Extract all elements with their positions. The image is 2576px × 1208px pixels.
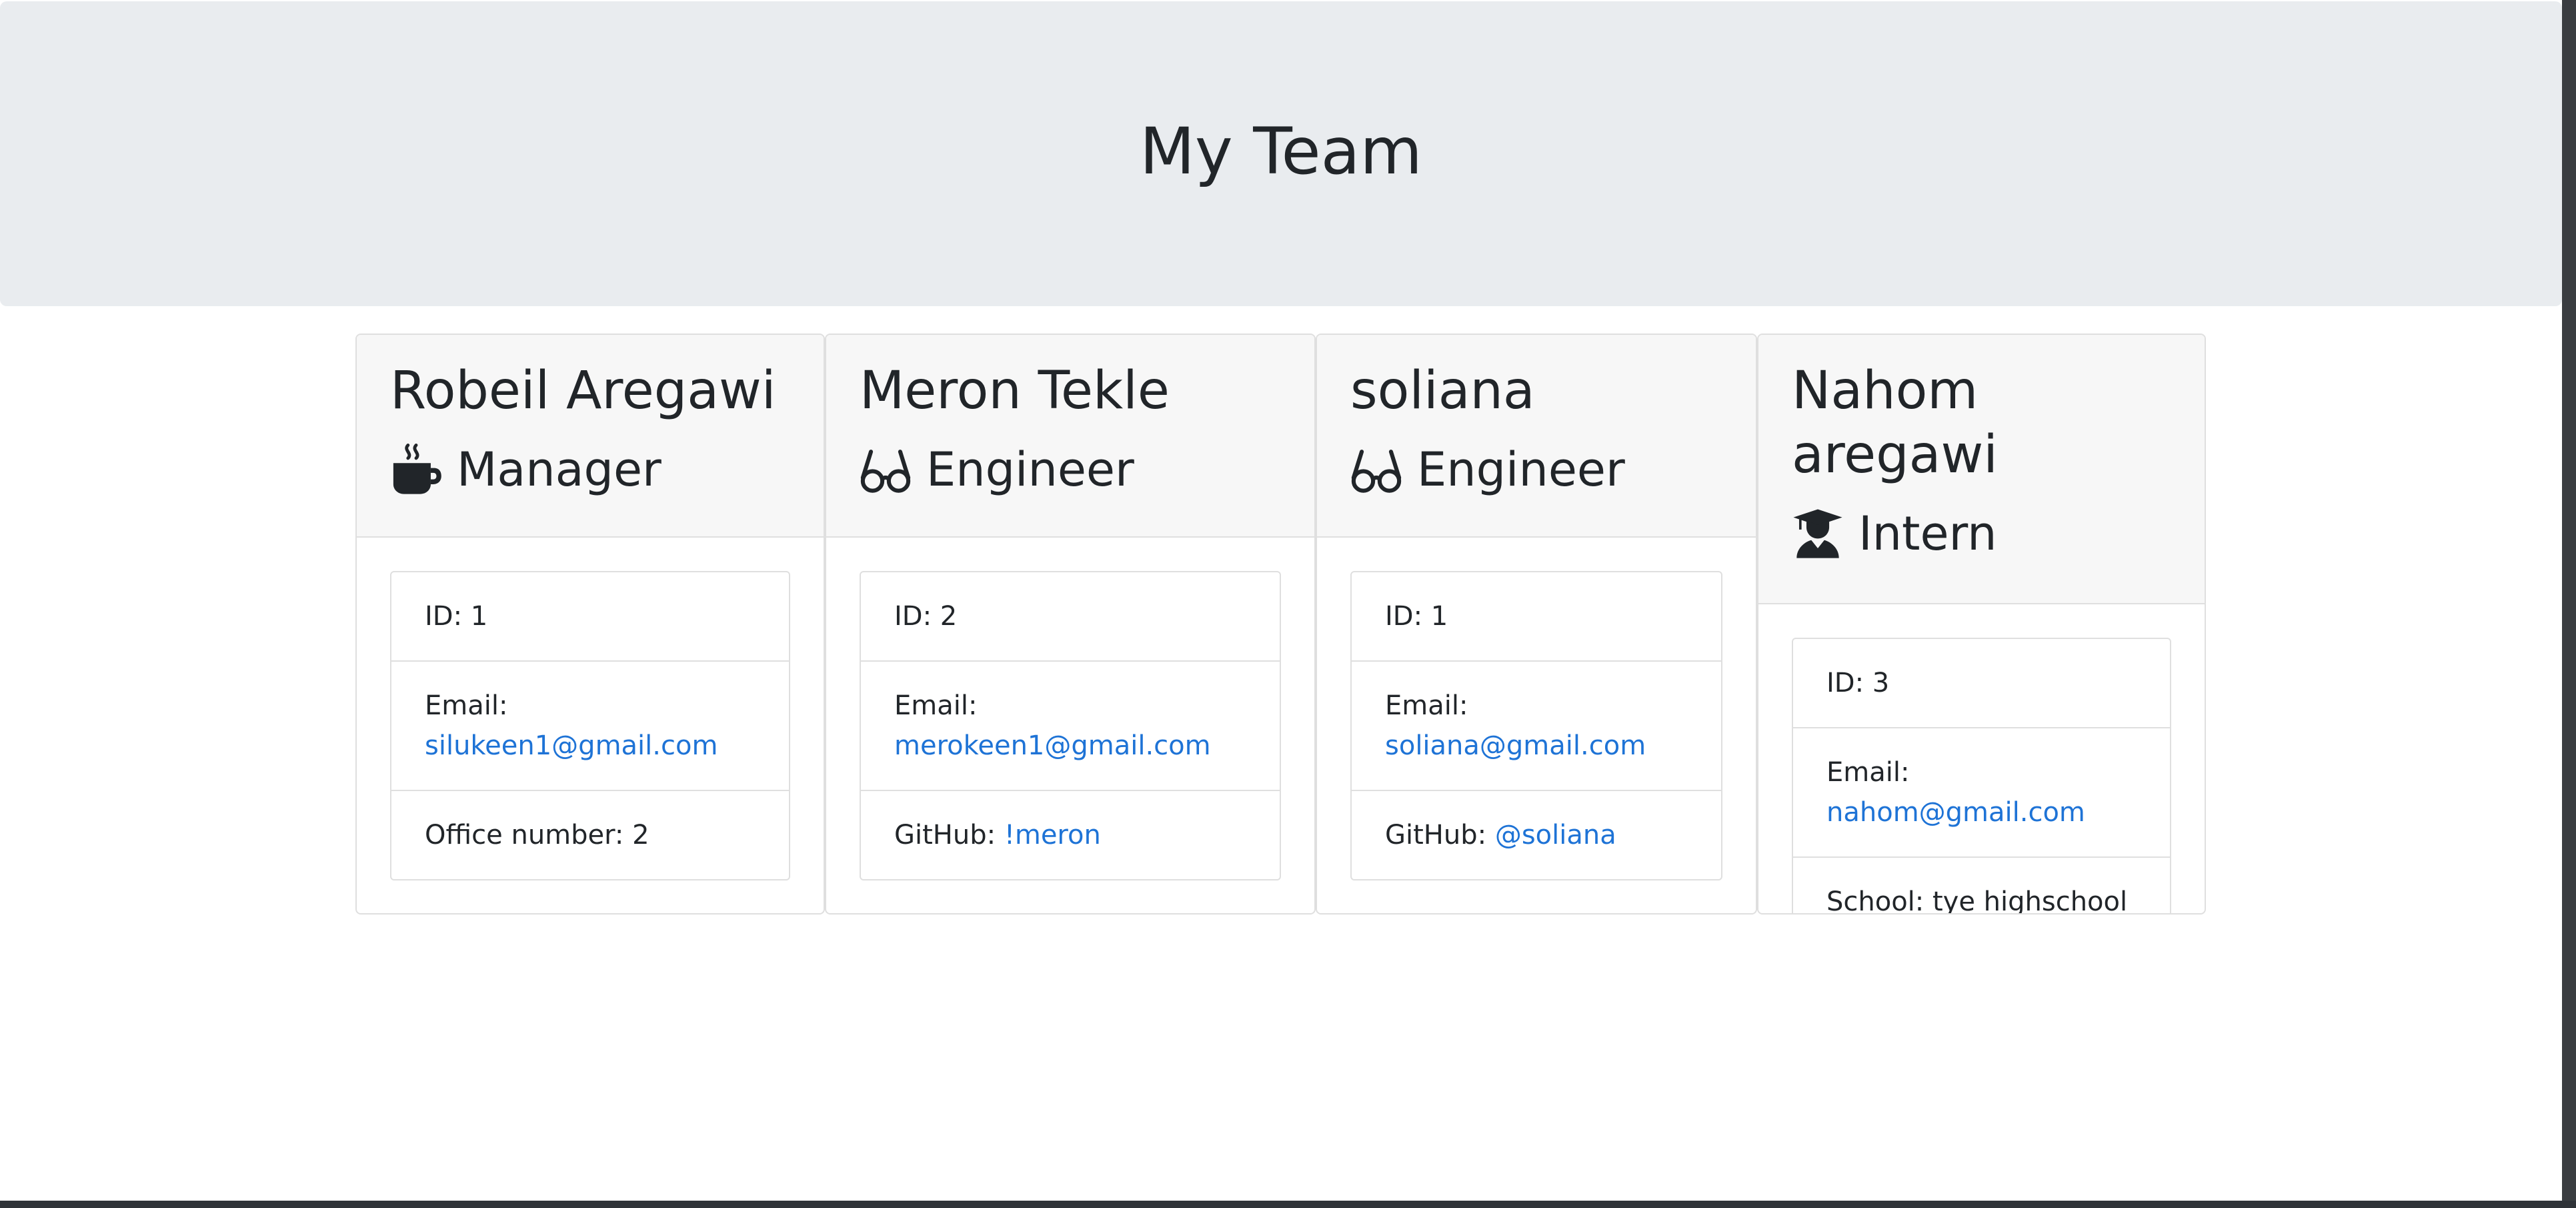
- github-item: GitHub: !meron: [861, 790, 1280, 879]
- employee-name: Robeil Aregawi: [390, 361, 776, 421]
- role-label: Manager: [457, 442, 662, 497]
- page: My Team Robeil Aregawi Manager ID: 1 Ema…: [0, 0, 2562, 1201]
- page-title: My Team: [1140, 114, 1422, 189]
- card-header: Meron Tekle Engineer: [826, 335, 1314, 538]
- info-list: ID: 2 Email: merokeen1@gmail.com GitHub:…: [860, 571, 1281, 880]
- employee-role: Intern: [1792, 502, 2171, 566]
- email-item: Email: silukeen1@gmail.com: [391, 660, 789, 790]
- office-number-item: Office number: 2: [391, 790, 789, 879]
- glasses-icon: [1350, 444, 1402, 496]
- card-body: ID: 2 Email: merokeen1@gmail.com GitHub:…: [826, 538, 1314, 913]
- taskbar-strip: [0, 1201, 2576, 1208]
- card-body: ID: 1 Email: soliana@gmail.com GitHub: @…: [1317, 538, 1756, 913]
- graduate-icon: [1792, 508, 1844, 560]
- email-label: Email:: [894, 690, 978, 721]
- employee-card-manager: Robeil Aregawi Manager ID: 1 Email: silu…: [355, 334, 825, 915]
- github-label: GitHub:: [1385, 820, 1487, 850]
- employee-card-engineer: soliana Engineer ID: 1 Email: soliana@gm…: [1316, 334, 1757, 915]
- card-header: Nahom aregawi Intern: [1758, 335, 2205, 604]
- team-cards: Robeil Aregawi Manager ID: 1 Email: silu…: [355, 334, 2206, 915]
- jumbotron-header: My Team: [0, 1, 2562, 306]
- role-label: Engineer: [926, 442, 1134, 497]
- id-item: ID: 2: [894, 601, 958, 632]
- info-list: ID: 1 Email: silukeen1@gmail.com Office …: [390, 571, 790, 880]
- github-item: GitHub: @soliana: [1352, 790, 1721, 879]
- email-item: Email: soliana@gmail.com: [1352, 660, 1721, 790]
- window-edge: [2562, 0, 2576, 1201]
- id-item: ID: 3: [1826, 668, 1890, 698]
- info-list: ID: 1 Email: soliana@gmail.com GitHub: @…: [1350, 571, 1722, 880]
- card-header: Robeil Aregawi Manager: [357, 335, 824, 538]
- employee-name: soliana: [1350, 361, 1535, 421]
- info-list: ID: 3 Email: nahom@gmail.com School: tye…: [1792, 638, 2171, 913]
- email-label: Email:: [1385, 690, 1468, 721]
- employee-name: Nahom aregawi: [1792, 361, 1998, 485]
- employee-name: Meron Tekle: [860, 361, 1170, 421]
- email-link[interactable]: merokeen1@gmail.com: [894, 730, 1211, 761]
- id-item: ID: 1: [1385, 601, 1448, 632]
- employee-role: Engineer: [1350, 438, 1722, 502]
- email-link[interactable]: soliana@gmail.com: [1385, 730, 1646, 761]
- card-body: ID: 1 Email: silukeen1@gmail.com Office …: [357, 538, 824, 913]
- github-link[interactable]: @soliana: [1495, 820, 1616, 850]
- role-label: Intern: [1858, 506, 1997, 561]
- glasses-icon: [860, 444, 912, 496]
- employee-card-intern: Nahom aregawi Intern ID: 3 Email: nahom@…: [1757, 334, 2206, 915]
- github-label: GitHub:: [894, 820, 996, 850]
- id-item: ID: 1: [425, 601, 488, 632]
- employee-role: Engineer: [860, 438, 1281, 502]
- school-item: School: tye highschool: [1793, 856, 2170, 913]
- card-body: ID: 3 Email: nahom@gmail.com School: tye…: [1758, 604, 2205, 913]
- email-item: Email: merokeen1@gmail.com: [861, 660, 1280, 790]
- github-link[interactable]: !meron: [1004, 820, 1101, 850]
- email-label: Email:: [1826, 757, 1910, 788]
- email-link[interactable]: nahom@gmail.com: [1826, 797, 2085, 828]
- card-header: soliana Engineer: [1317, 335, 1756, 538]
- email-label: Email:: [425, 690, 508, 721]
- role-label: Engineer: [1417, 442, 1625, 497]
- coffee-icon: [390, 444, 442, 496]
- email-link[interactable]: silukeen1@gmail.com: [425, 730, 718, 761]
- employee-role: Manager: [390, 438, 790, 502]
- employee-card-engineer: Meron Tekle Engineer ID: 2 Email: meroke…: [825, 334, 1316, 915]
- email-item: Email: nahom@gmail.com: [1793, 727, 2170, 856]
